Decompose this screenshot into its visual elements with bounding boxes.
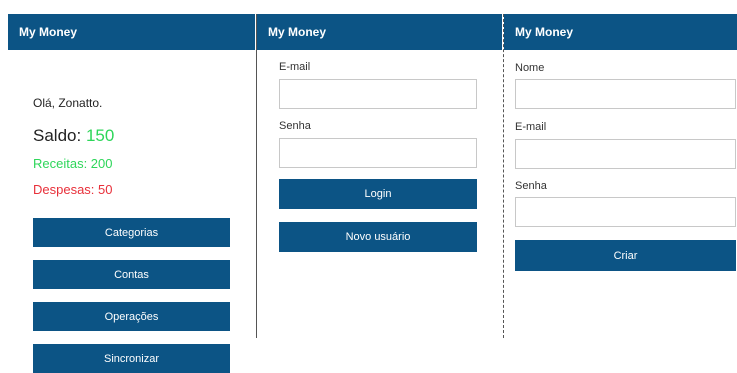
email-label: E-mail: [515, 121, 547, 133]
expense-text: Despesas: 50: [33, 182, 113, 197]
app-header: My Money: [257, 14, 502, 50]
accounts-button[interactable]: Contas: [33, 260, 230, 289]
categories-button[interactable]: Categorias: [33, 218, 230, 247]
balance-line: Saldo: 150: [33, 126, 114, 146]
income-text: Receitas: 200: [33, 156, 113, 171]
login-screen: My Money E-mail Senha Login Novo usuário: [256, 14, 502, 338]
app-title: My Money: [19, 25, 78, 39]
password-field[interactable]: [515, 197, 736, 227]
email-field[interactable]: [279, 79, 477, 109]
app-header: My Money: [8, 14, 255, 50]
app-title: My Money: [268, 25, 327, 39]
balance-label: Saldo:: [33, 126, 82, 145]
password-field[interactable]: [279, 138, 477, 168]
app-header: My Money: [504, 14, 737, 50]
new-user-button[interactable]: Novo usuário: [279, 222, 477, 252]
create-button[interactable]: Criar: [515, 240, 736, 271]
password-label: Senha: [279, 120, 311, 132]
login-button[interactable]: Login: [279, 179, 477, 209]
email-field[interactable]: [515, 139, 736, 169]
dashboard-screen: My Money Olá, Zonatto. Saldo: 150 Receit…: [8, 14, 255, 373]
balance-value: 150: [85, 126, 115, 145]
password-label: Senha: [515, 180, 547, 192]
email-label: E-mail: [279, 61, 311, 73]
app-title: My Money: [515, 25, 574, 39]
name-field[interactable]: [515, 79, 736, 109]
register-screen: My Money Nome E-mail Senha Criar: [503, 14, 737, 338]
sync-button[interactable]: Sincronizar: [33, 344, 230, 373]
name-label: Nome: [515, 62, 545, 74]
greeting-text: Olá, Zonatto.: [33, 96, 103, 110]
operations-button[interactable]: Operações: [33, 302, 230, 331]
